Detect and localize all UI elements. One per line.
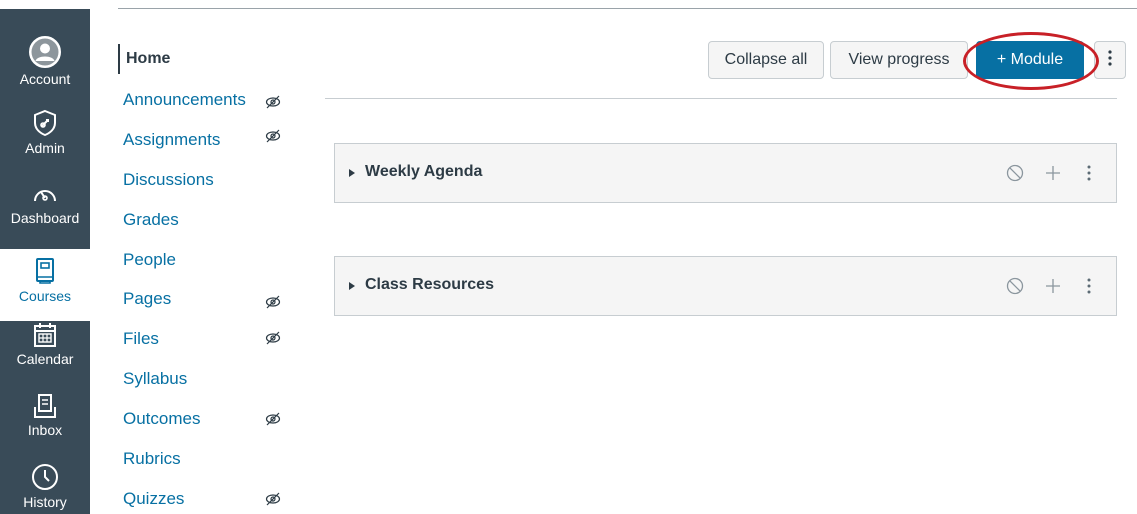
module-row-class-resources[interactable]: Class Resources	[334, 256, 1117, 316]
course-nav-outcomes[interactable]: Outcomes	[123, 404, 293, 434]
expand-caret-icon[interactable]	[349, 169, 355, 177]
view-progress-button[interactable]: View progress	[830, 41, 968, 79]
course-nav-label: Announcements	[123, 90, 246, 109]
inbox-icon	[33, 393, 57, 419]
course-nav-label: Rubrics	[123, 449, 181, 468]
global-nav-label: Admin	[25, 140, 65, 156]
eye-off-icon	[265, 290, 281, 320]
course-nav-rubrics[interactable]: Rubrics	[123, 444, 293, 474]
course-nav-label: Assignments	[123, 130, 221, 149]
global-nav-courses[interactable]: Courses	[0, 249, 90, 321]
global-nav-inbox[interactable]: Inbox	[0, 393, 90, 465]
global-nav-label: Calendar	[16, 351, 74, 367]
eye-off-icon	[265, 326, 281, 356]
course-nav-label: Files	[123, 329, 159, 348]
add-item-icon[interactable]	[1043, 163, 1063, 188]
global-nav-label: Courses	[18, 288, 72, 304]
eye-off-icon	[265, 90, 281, 120]
collapse-all-button[interactable]: Collapse all	[708, 41, 824, 79]
unpublished-icon[interactable]	[1005, 276, 1025, 301]
course-nav-announcements[interactable]: Announcements	[123, 85, 293, 115]
admin-shield-icon	[32, 109, 58, 137]
highlight-annotation-ring	[963, 32, 1099, 90]
course-nav-label: Grades	[123, 210, 179, 229]
course-nav-home[interactable]: Home	[118, 44, 288, 74]
account-avatar-icon	[29, 36, 61, 68]
global-nav-history[interactable]: History	[0, 463, 90, 514]
course-nav-discussions[interactable]: Discussions	[123, 165, 293, 195]
module-title: Class Resources	[365, 276, 494, 293]
global-nav-calendar[interactable]: Calendar	[0, 322, 90, 394]
module-row-weekly-agenda[interactable]: Weekly Agenda	[334, 143, 1117, 203]
global-nav-label: Account	[19, 71, 71, 87]
header-divider	[325, 98, 1117, 99]
top-divider	[118, 8, 1137, 9]
course-nav-label: People	[123, 250, 176, 269]
dashboard-speedometer-icon	[31, 181, 59, 207]
global-nav-label: History	[23, 494, 67, 510]
add-item-icon[interactable]	[1043, 276, 1063, 301]
course-nav-files[interactable]: Files	[123, 324, 293, 354]
global-nav-label: Dashboard	[10, 210, 80, 226]
history-clock-icon	[31, 463, 59, 491]
course-nav-label: Quizzes	[123, 489, 185, 508]
course-nav-people[interactable]: People	[123, 245, 293, 275]
expand-caret-icon[interactable]	[349, 282, 355, 290]
eye-off-icon	[265, 487, 281, 514]
eye-off-icon	[265, 124, 281, 154]
course-nav-label: Pages	[123, 289, 172, 308]
course-nav-pages[interactable]: Pages	[123, 284, 293, 314]
course-nav-label: Home	[126, 50, 171, 67]
course-nav-label: Syllabus	[123, 369, 188, 388]
calendar-icon	[33, 322, 57, 348]
kebab-icon	[1108, 49, 1112, 71]
module-options-kebab-icon[interactable]	[1085, 163, 1093, 188]
global-nav-account[interactable]: Account	[0, 36, 90, 108]
course-nav-label: Discussions	[123, 170, 214, 189]
course-nav-syllabus[interactable]: Syllabus	[123, 364, 293, 394]
module-options-kebab-icon[interactable]	[1085, 276, 1093, 301]
global-nav-dashboard[interactable]: Dashboard	[0, 181, 90, 253]
course-nav-grades[interactable]: Grades	[123, 205, 293, 235]
course-nav-label: Outcomes	[123, 409, 201, 428]
course-nav-quizzes[interactable]: Quizzes	[123, 484, 293, 514]
global-nav-admin[interactable]: Admin	[0, 109, 90, 181]
eye-off-icon	[265, 407, 281, 437]
course-nav-assignments[interactable]: Assignments	[123, 125, 293, 155]
courses-book-icon	[34, 257, 56, 285]
global-nav: Account Admin Dashboard Courses Calendar…	[0, 0, 90, 514]
module-title: Weekly Agenda	[365, 163, 483, 180]
global-nav-label: Inbox	[27, 422, 63, 438]
unpublished-icon[interactable]	[1005, 163, 1025, 188]
